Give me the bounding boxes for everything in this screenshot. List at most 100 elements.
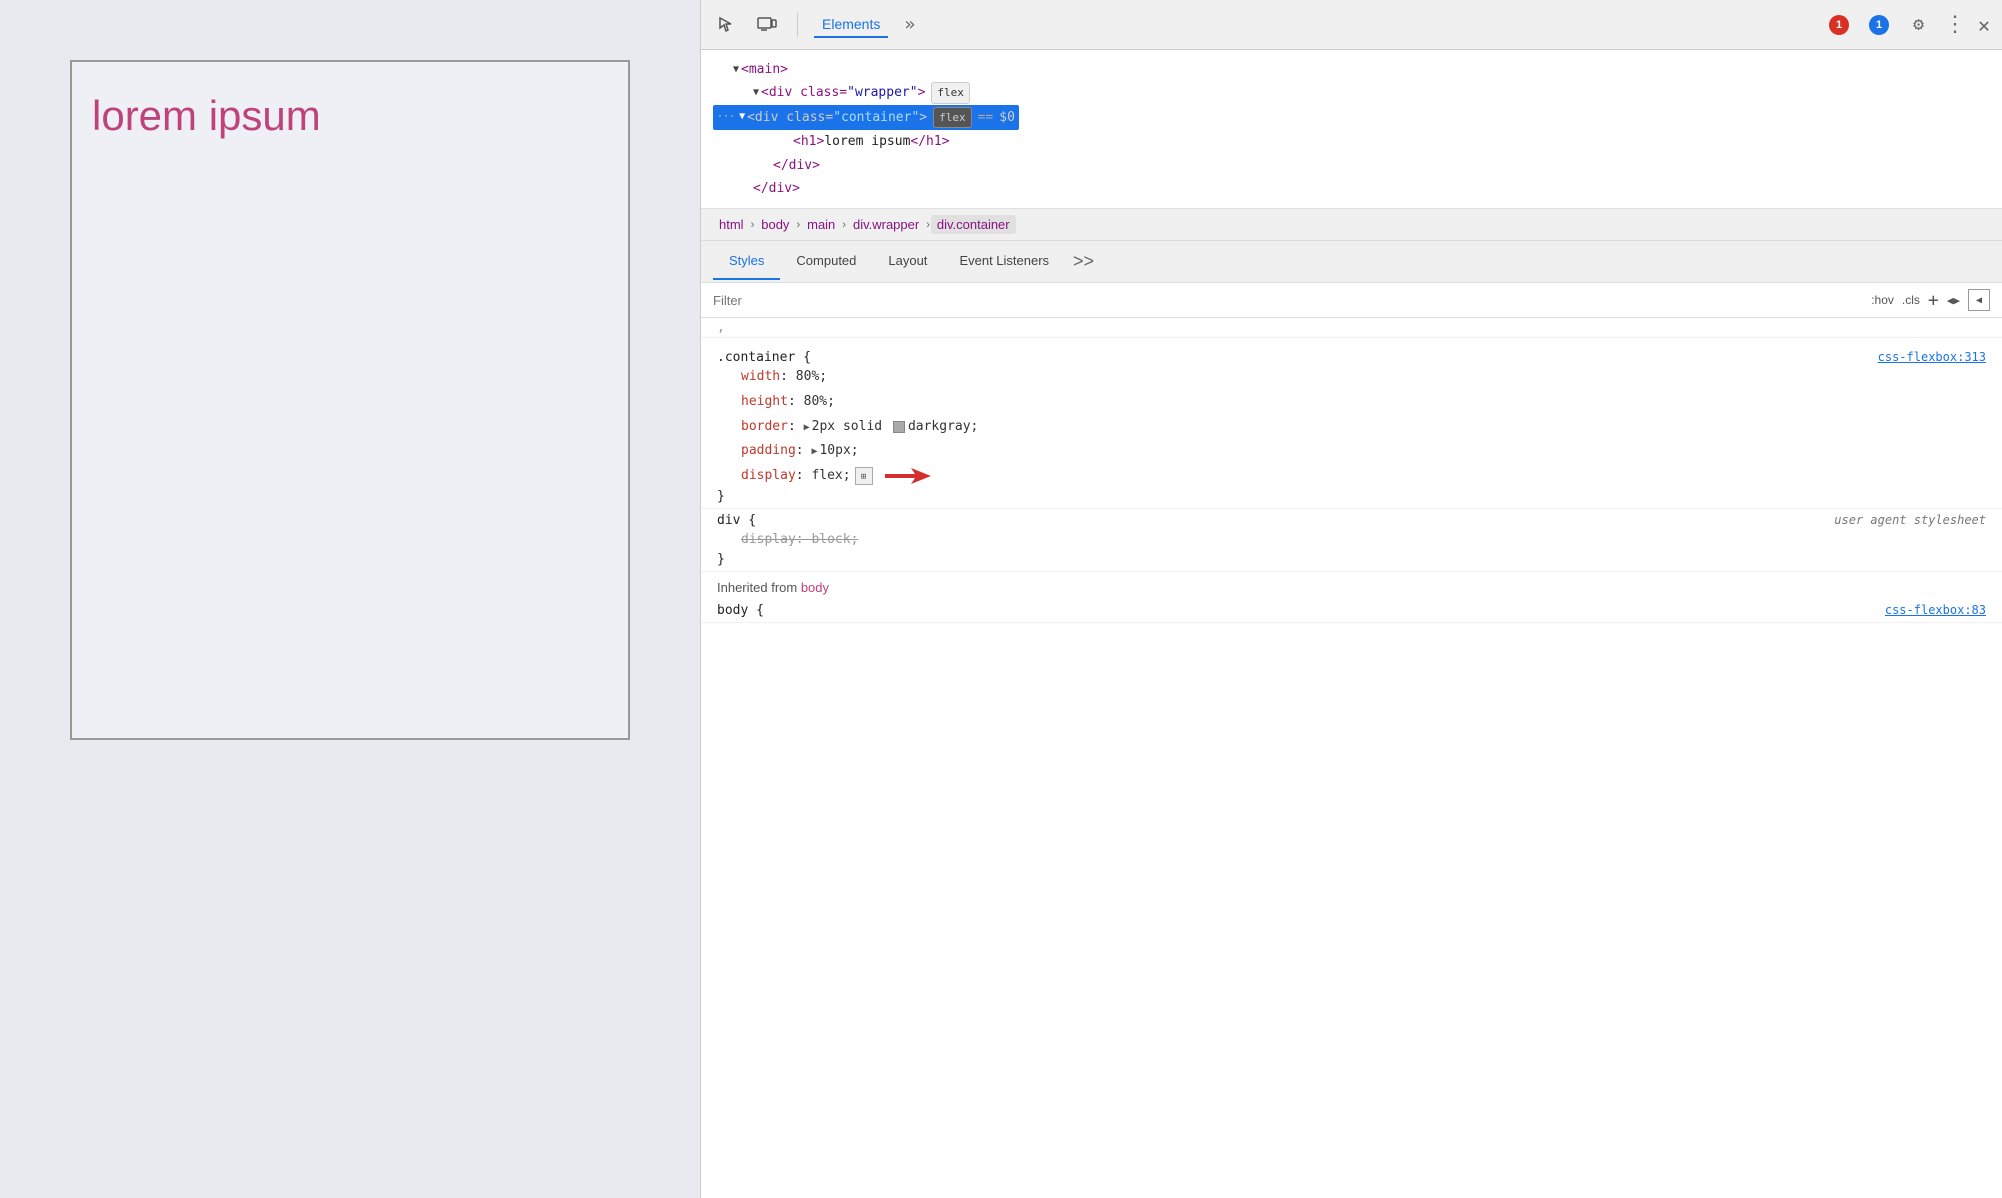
device-toolbar-icon[interactable] — [753, 11, 781, 39]
tab-event-listeners[interactable]: Event Listeners — [943, 243, 1065, 280]
tabs-more-icon[interactable]: >> — [1065, 241, 1102, 282]
body-rule-header: body { css-flexbox:83 — [717, 603, 1986, 618]
bc-body[interactable]: body — [755, 215, 795, 234]
filter-bar: :hov .cls + ◀▶ ◀ — [701, 283, 2002, 318]
display-block-property: display: block; — [741, 528, 858, 553]
tag-h1-close: </h1> — [910, 130, 949, 153]
info-badge[interactable]: 1 — [1869, 15, 1889, 35]
display-prop[interactable]: display : flex; ⊞ — [717, 464, 1986, 489]
dom-container-line[interactable]: ··· ▼ <div class="container"> flex == $0 — [713, 105, 1019, 130]
tree-arrow: ▼ — [753, 84, 759, 102]
wrapper-flex-badge[interactable]: flex — [931, 82, 970, 104]
cls-button[interactable]: .cls — [1902, 293, 1920, 307]
width-property: width — [741, 365, 780, 390]
body-selector[interactable]: body { — [717, 603, 764, 618]
close-devtools-icon[interactable]: ✕ — [1978, 13, 1990, 37]
more-options-icon[interactable]: ⋮ — [1944, 12, 1966, 37]
colon1: : — [780, 365, 796, 390]
display-value: flex; — [811, 464, 850, 489]
container-selector[interactable]: .container { — [717, 350, 811, 365]
display-block-prop[interactable]: display: block; — [717, 528, 1986, 553]
error-count: 1 — [1829, 15, 1849, 35]
bc-sep4: › — [926, 219, 930, 231]
tag-h1: <h1> — [793, 130, 824, 153]
tab-styles[interactable]: Styles — [713, 243, 780, 280]
ellipsis-icon: ··· — [717, 108, 735, 126]
container-source-link[interactable]: css-flexbox:313 — [1878, 350, 1986, 364]
bc-html[interactable]: html — [713, 215, 750, 234]
tag-div-close2: </div> — [753, 177, 800, 200]
container-flex-badge[interactable]: flex — [933, 107, 972, 129]
dollar-zero: $0 — [999, 106, 1015, 129]
flex-layout-icon[interactable]: ⊞ — [855, 467, 873, 485]
styles-tabs-bar: Styles Computed Layout Event Listeners >… — [701, 241, 2002, 283]
hov-button[interactable]: :hov — [1871, 293, 1894, 307]
container-css-rule: .container { css-flexbox:313 width : 80%… — [701, 346, 2002, 508]
dom-tree: ▼ <main> ▼ <div class="wrapper"> flex ··… — [701, 50, 2002, 209]
user-agent-label: user agent stylesheet — [1834, 513, 1986, 527]
div-rule-close: } — [717, 552, 1986, 567]
tag-div-close: </div> — [773, 154, 820, 177]
body-rule-partial: body { css-flexbox:83 — [701, 599, 2002, 623]
more-tabs-icon[interactable]: » — [904, 14, 915, 35]
partial-rule: , — [701, 318, 2002, 338]
tree-arrow: ▼ — [739, 108, 745, 126]
tab-layout[interactable]: Layout — [872, 243, 943, 280]
dom-div-close2-line[interactable]: </div> — [713, 177, 1990, 200]
tag-div-container: <div class="container"> — [747, 106, 927, 129]
red-arrow-svg — [881, 464, 931, 488]
height-property: height — [741, 390, 788, 415]
dom-wrapper-line[interactable]: ▼ <div class="wrapper"> flex — [713, 81, 1990, 104]
dom-h1-line[interactable]: <h1>lorem ipsum</h1> — [713, 130, 1990, 153]
inherited-from-text: Inherited from — [717, 580, 797, 595]
add-style-button[interactable]: + — [1928, 290, 1939, 311]
bc-main[interactable]: main — [801, 215, 841, 234]
css-rules-panel: .container { css-flexbox:313 width : 80%… — [701, 338, 2002, 1198]
error-badge[interactable]: 1 — [1829, 15, 1849, 35]
devtools-toolbar: Elements » 1 1 ⚙ ⋮ ✕ — [701, 0, 2002, 50]
container-element: lorem ipsum — [70, 60, 630, 740]
dom-main-line[interactable]: ▼ <main> — [713, 58, 1990, 81]
dom-div-close-line[interactable]: </div> — [713, 154, 1990, 177]
bc-container[interactable]: div.container — [931, 215, 1016, 234]
inherited-label: Inherited from body — [701, 572, 2002, 599]
toggle-sidebar-icon[interactable]: ◀ — [1968, 289, 1990, 311]
width-prop[interactable]: width : 80%; — [717, 365, 1986, 390]
tab-computed[interactable]: Computed — [780, 243, 872, 280]
padding-property: padding — [741, 439, 796, 464]
inspect-element-icon[interactable] — [713, 11, 741, 39]
padding-value: 10px; — [819, 439, 858, 464]
h1-text: lorem ipsum — [824, 130, 910, 153]
width-value: 80%; — [796, 365, 827, 390]
div-rule-header: div { user agent stylesheet — [717, 513, 1986, 528]
toolbar-separator — [797, 13, 798, 37]
inherited-from-body[interactable]: body — [801, 580, 829, 595]
height-prop[interactable]: height : 80%; — [717, 390, 1986, 415]
browser-preview: lorem ipsum — [0, 0, 700, 1198]
padding-expand[interactable]: ▶ — [811, 442, 817, 461]
body-source-link[interactable]: css-flexbox:83 — [1885, 603, 1986, 617]
border-prop[interactable]: border : ▶ 2px solid darkgray; — [717, 415, 1986, 440]
arrow-indicator — [881, 464, 931, 488]
tag-main: <main> — [741, 58, 788, 81]
border-property: border — [741, 415, 788, 440]
border-expand[interactable]: ▶ — [804, 418, 810, 437]
bc-sep1: › — [751, 219, 755, 231]
settings-icon[interactable]: ⚙ — [1913, 14, 1924, 35]
partial-rule-text: , — [717, 320, 725, 335]
container-rule-header: .container { css-flexbox:313 — [717, 350, 1986, 365]
border-color-swatch[interactable] — [893, 421, 905, 433]
filter-input[interactable] — [713, 293, 1863, 308]
container-rule-close: } — [717, 489, 1986, 504]
elements-tab[interactable]: Elements — [814, 12, 888, 38]
bc-wrapper[interactable]: div.wrapper — [847, 215, 925, 234]
div-selector[interactable]: div { — [717, 513, 756, 528]
div-useragent-rule: div { user agent stylesheet display: blo… — [701, 509, 2002, 573]
padding-prop[interactable]: padding : ▶ 10px; — [717, 439, 1986, 464]
height-value: 80%; — [804, 390, 835, 415]
tag-wrapper: <div class="wrapper"> — [761, 81, 925, 104]
bc-sep3: › — [842, 219, 846, 231]
collapse-sidebar-icon[interactable]: ◀▶ — [1947, 294, 1960, 307]
border-color-value: darkgray; — [908, 415, 978, 440]
info-count: 1 — [1869, 15, 1889, 35]
